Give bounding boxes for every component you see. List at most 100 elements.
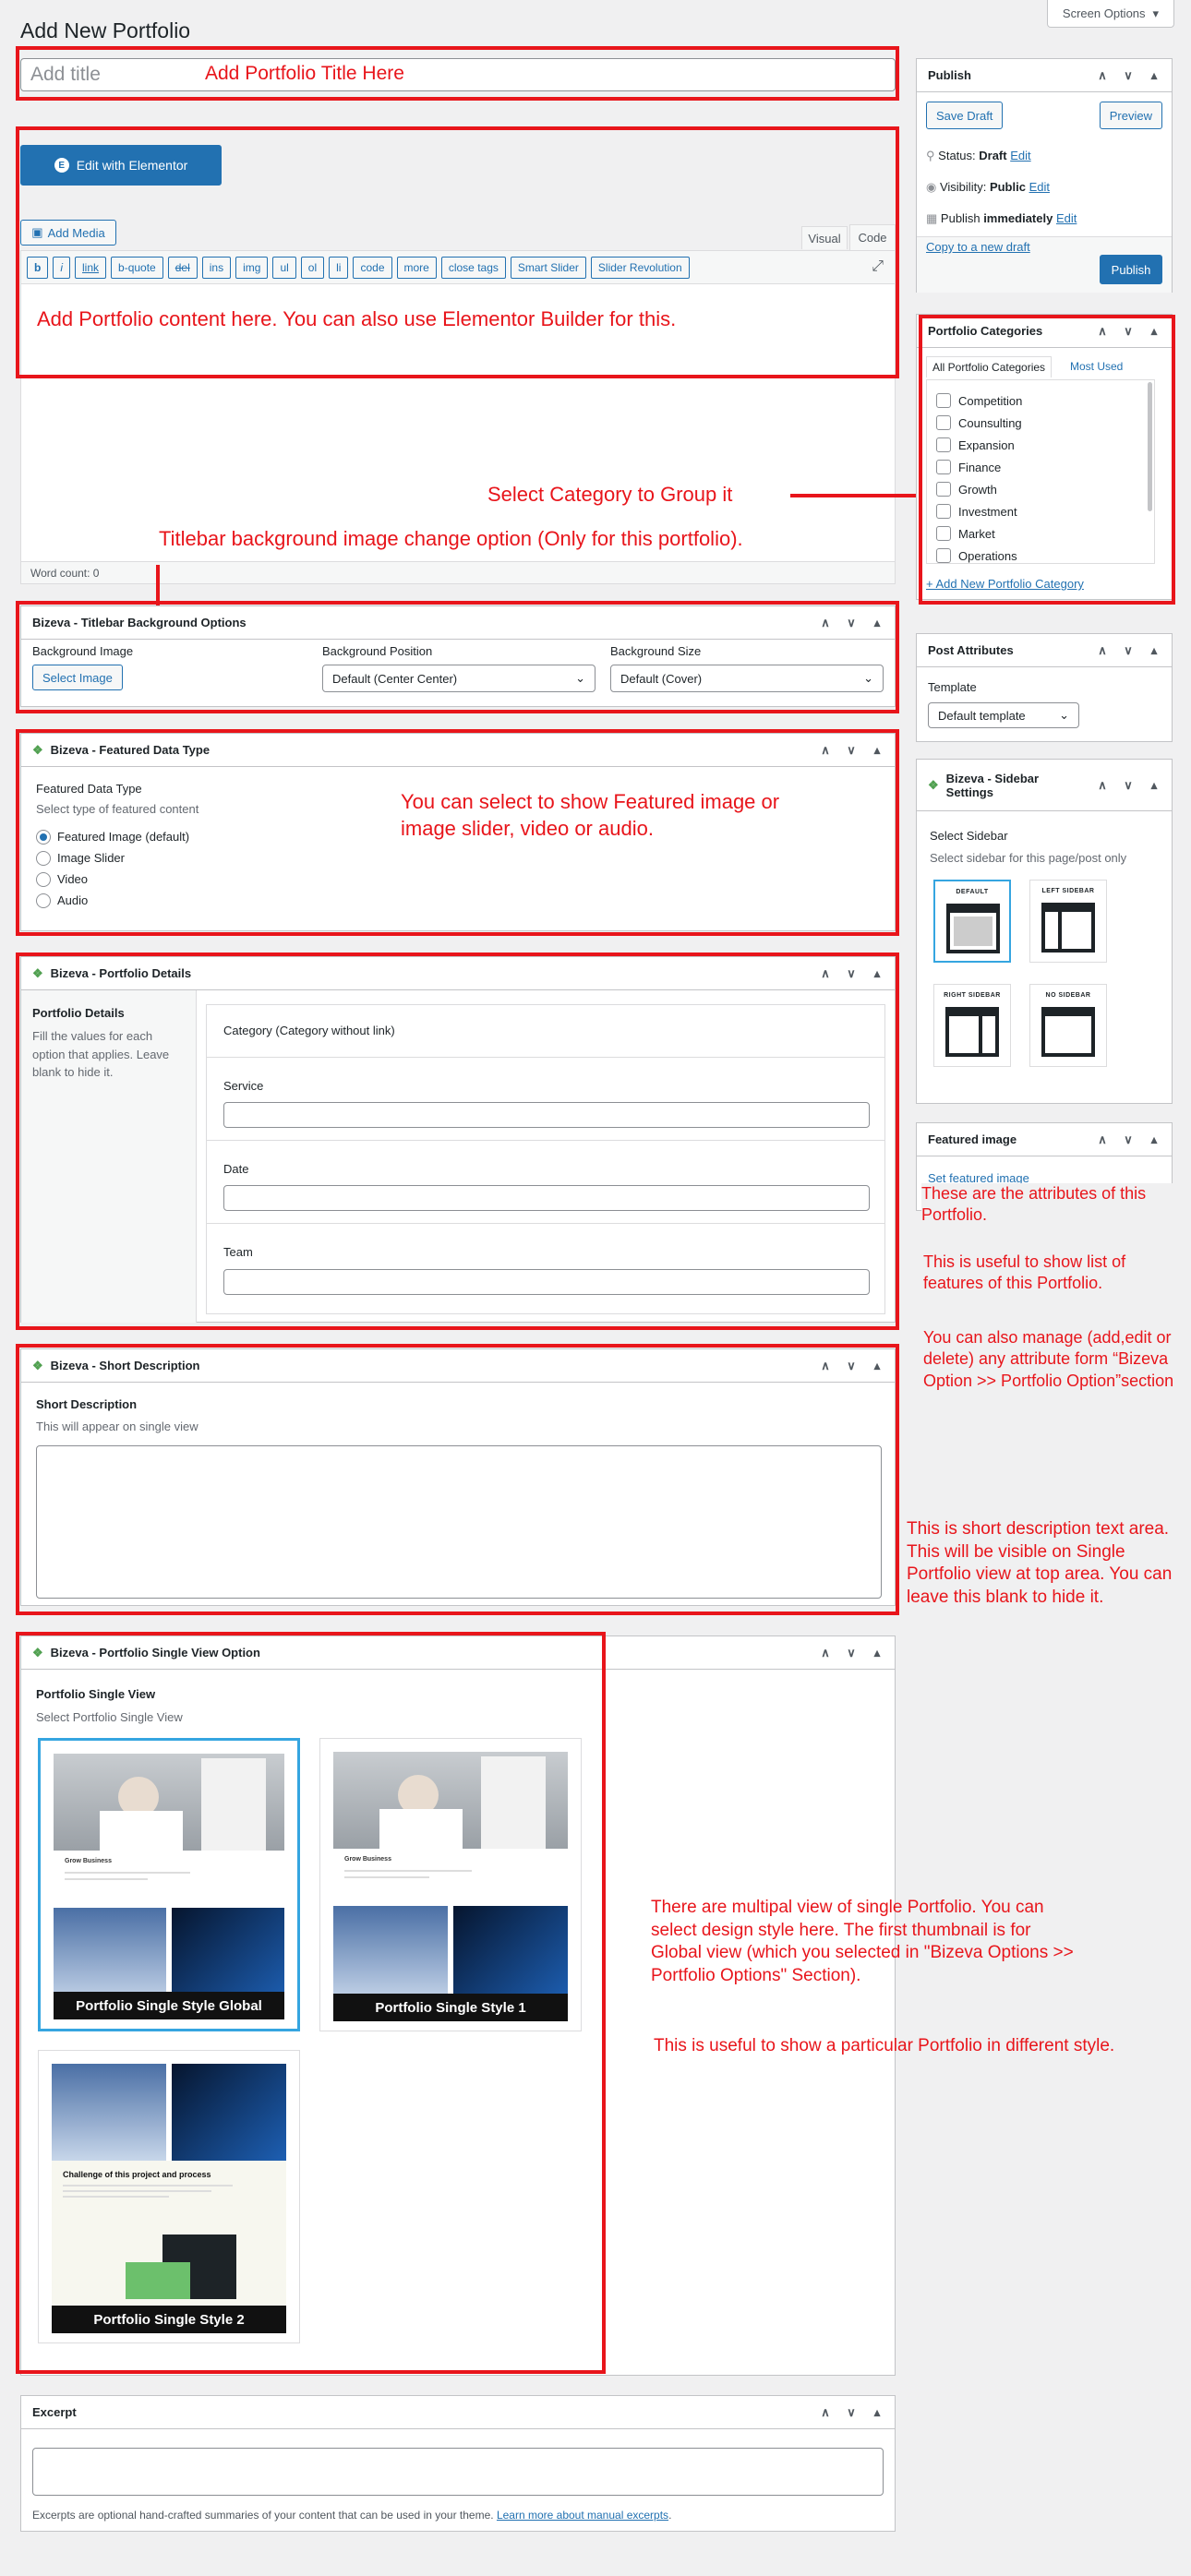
qt-link[interactable]: link (75, 256, 107, 279)
add-category-link[interactable]: + Add New Portfolio Category (926, 577, 1084, 591)
move-up-icon[interactable]: ∧ (819, 743, 832, 758)
move-up-icon[interactable]: ∧ (1096, 778, 1109, 793)
sidebar-left-option[interactable]: LEFT SIDEBAR (1029, 880, 1107, 963)
move-up-icon[interactable]: ∧ (819, 1646, 832, 1660)
category-item[interactable]: Growth (936, 478, 1145, 500)
move-down-icon[interactable]: ∨ (845, 2405, 858, 2420)
bg-size-select[interactable]: Default (Cover) ⌄ (610, 665, 884, 692)
thumb-style-global[interactable]: Grow Business Portfolio Single Style Glo… (38, 1738, 300, 2031)
template-select[interactable]: Default template ⌄ (928, 702, 1079, 728)
qt-b[interactable]: b (27, 256, 49, 279)
toggle-icon[interactable]: ▴ (1148, 1132, 1161, 1147)
toggle-icon[interactable]: ▴ (871, 743, 884, 758)
excerpt-learn-more-link[interactable]: Learn more about manual excerpts (497, 2509, 668, 2522)
toggle-icon[interactable]: ▴ (1148, 778, 1161, 793)
category-item[interactable]: Counsulting (936, 412, 1145, 434)
short-desc-annotation: This is short description text area. Thi… (907, 1519, 1173, 1608)
move-up-icon[interactable]: ∧ (1096, 643, 1109, 658)
category-item[interactable]: Market (936, 522, 1145, 545)
tab-most-used[interactable]: Most Used (1070, 360, 1123, 373)
tab-visual[interactable]: Visual (801, 226, 848, 249)
bg-position-select[interactable]: Default (Center Center) ⌄ (322, 665, 596, 692)
qt-slider-revolution[interactable]: Slider Revolution (590, 256, 690, 279)
publish-button[interactable]: Publish (1100, 255, 1162, 284)
elementor-button[interactable]: E Edit with Elementor (20, 145, 222, 186)
short-desc-textarea[interactable] (36, 1445, 882, 1599)
excerpt-textarea[interactable] (32, 2448, 884, 2496)
qt-img[interactable]: img (235, 256, 269, 279)
qt-ol[interactable]: ol (300, 256, 325, 279)
move-up-icon[interactable]: ∧ (1096, 324, 1109, 339)
sidebar-default-option[interactable]: DEFAULT (933, 880, 1011, 963)
screen-options-button[interactable]: Screen Options ▾ (1047, 0, 1174, 28)
category-item[interactable]: Expansion (936, 434, 1145, 456)
qt-del[interactable]: del (167, 256, 198, 279)
select-image-button[interactable]: Select Image (32, 665, 123, 690)
preview-button[interactable]: Preview (1099, 102, 1162, 129)
service-input[interactable] (223, 1102, 870, 1128)
radio-audio[interactable]: Audio (36, 890, 189, 911)
qt-bquote[interactable]: b-quote (111, 256, 163, 279)
radio-icon (36, 871, 51, 887)
toggle-icon[interactable]: ▴ (1148, 643, 1161, 658)
thumb-style-1[interactable]: Grow Business Portfolio Single Style 1 (319, 1738, 582, 2031)
toggle-icon[interactable]: ▴ (871, 1646, 884, 1660)
category-scrollbar[interactable] (1148, 382, 1152, 511)
qt-smart-slider[interactable]: Smart Slider (510, 256, 586, 279)
move-up-icon[interactable]: ∧ (1096, 68, 1109, 83)
checkbox-icon (936, 482, 951, 497)
qt-code[interactable]: code (353, 256, 392, 279)
qt-i[interactable]: i (53, 256, 71, 279)
toggle-icon[interactable]: ▴ (871, 966, 884, 981)
checkbox-icon (936, 526, 951, 541)
qt-li[interactable]: li (329, 256, 349, 279)
team-input[interactable] (223, 1269, 870, 1295)
move-up-icon[interactable]: ∧ (819, 616, 832, 630)
fullscreen-icon[interactable]: ⤢ (872, 258, 884, 275)
qt-close-tags[interactable]: close tags (440, 256, 506, 279)
toggle-icon[interactable]: ▴ (871, 2405, 884, 2420)
edit-status-link[interactable]: Edit (1010, 149, 1030, 162)
move-up-icon[interactable]: ∧ (819, 966, 832, 981)
move-up-icon[interactable]: ∧ (819, 2405, 832, 2420)
move-down-icon[interactable]: ∨ (845, 1359, 858, 1373)
copy-draft-link[interactable]: Copy to a new draft (926, 240, 1030, 254)
details-side-label: Portfolio Details (32, 1006, 125, 1020)
move-down-icon[interactable]: ∨ (1122, 324, 1135, 339)
qt-more[interactable]: more (396, 256, 437, 279)
toggle-icon[interactable]: ▴ (1148, 324, 1161, 339)
move-down-icon[interactable]: ∨ (845, 966, 858, 981)
sidebar-none-option[interactable]: NO SIDEBAR (1029, 984, 1107, 1067)
category-item[interactable]: Finance (936, 456, 1145, 478)
qt-ins[interactable]: ins (201, 256, 232, 279)
move-down-icon[interactable]: ∨ (845, 743, 858, 758)
tab-code[interactable]: Code (849, 224, 896, 250)
category-item[interactable]: Competition (936, 389, 1145, 412)
edit-publish-link[interactable]: Edit (1056, 211, 1077, 225)
move-down-icon[interactable]: ∨ (1122, 643, 1135, 658)
date-input[interactable] (223, 1185, 870, 1211)
sidebar-right-option[interactable]: RIGHT SIDEBAR (933, 984, 1011, 1067)
qt-ul[interactable]: ul (272, 256, 296, 279)
toggle-icon[interactable]: ▴ (1148, 68, 1161, 83)
move-up-icon[interactable]: ∧ (819, 1359, 832, 1373)
title-input[interactable]: Add title (20, 58, 896, 91)
save-draft-button[interactable]: Save Draft (926, 102, 1004, 129)
tab-all-categories[interactable]: All Portfolio Categories (926, 356, 1053, 377)
radio-image-slider[interactable]: Image Slider (36, 847, 189, 869)
move-down-icon[interactable]: ∨ (1122, 68, 1135, 83)
add-media-button[interactable]: ▣ Add Media (20, 220, 116, 246)
move-down-icon[interactable]: ∨ (1122, 1132, 1135, 1147)
move-down-icon[interactable]: ∨ (845, 616, 858, 630)
move-up-icon[interactable]: ∧ (1096, 1132, 1109, 1147)
radio-video[interactable]: Video (36, 869, 189, 890)
toggle-icon[interactable]: ▴ (871, 1359, 884, 1373)
toggle-icon[interactable]: ▴ (871, 616, 884, 630)
edit-visibility-link[interactable]: Edit (1029, 180, 1050, 194)
move-down-icon[interactable]: ∨ (1122, 778, 1135, 793)
category-item[interactable]: Operations (936, 545, 1145, 563)
radio-featured-image[interactable]: Featured Image (default) (36, 826, 189, 847)
move-down-icon[interactable]: ∨ (845, 1646, 858, 1660)
category-item[interactable]: Investment (936, 500, 1145, 522)
thumb-style-2[interactable]: Challenge of this project and process Po… (38, 2050, 300, 2343)
